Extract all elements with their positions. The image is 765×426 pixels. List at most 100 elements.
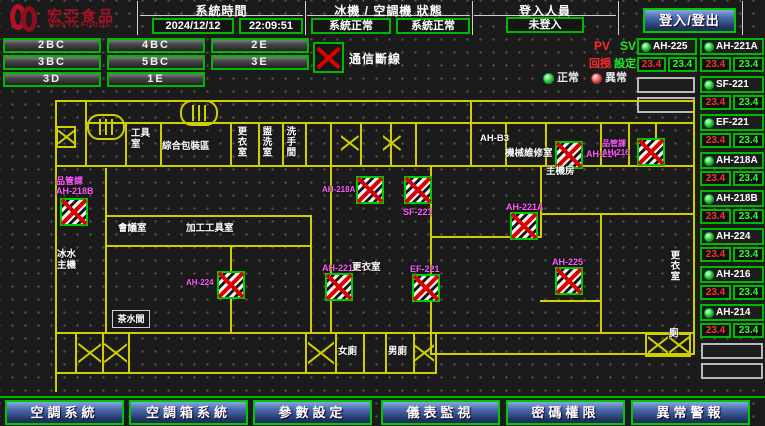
- login-logout-button[interactable]: 登入/登出: [643, 8, 736, 33]
- wall-segment: [105, 245, 312, 247]
- wall-segment: [363, 334, 365, 372]
- wall-segment: [540, 300, 602, 302]
- ahu-unit-offline[interactable]: [555, 141, 583, 169]
- wall-segment: [330, 122, 332, 165]
- ahu-unit-label: EF-221: [410, 264, 440, 274]
- ahu-unit-offline[interactable]: [637, 138, 665, 166]
- room-label: 冰水 主機: [57, 249, 76, 272]
- setpoint-header: 設定: [614, 55, 636, 71]
- room-label: 女廁: [338, 346, 357, 357]
- pv-value: 23.4: [700, 323, 731, 338]
- wall-segment: [128, 334, 130, 372]
- machine-status-label: 冰機 / 空調機 狀態: [307, 2, 470, 16]
- room-label: 加工工具室: [186, 223, 234, 234]
- pv-value: 23.4: [637, 57, 666, 72]
- room-label: 綜合包裝區: [162, 141, 210, 152]
- ahu-unit-offline[interactable]: [325, 273, 353, 301]
- device-readout-ah-221a: AH-221A 23.423.4: [700, 38, 764, 72]
- system-clock-display: 22:09:51: [239, 18, 303, 34]
- chiller-status-display: 系統正常: [311, 18, 391, 34]
- ahu-unit-label: AH-225: [552, 257, 583, 267]
- zone-button-2bc[interactable]: 2BC: [3, 38, 101, 53]
- ahu-unit-offline[interactable]: [510, 212, 538, 240]
- nav-meter-monitor-button[interactable]: 儀表監視: [381, 400, 500, 425]
- status-led-icon: [704, 308, 714, 318]
- nav-ahu-system-button[interactable]: 空調箱系統: [129, 400, 248, 425]
- zone-button-4bc[interactable]: 4BC: [107, 38, 205, 53]
- shaft-x-icon: [308, 337, 334, 369]
- room-label: 廁: [669, 328, 679, 339]
- ahu-status-display: 系統正常: [396, 18, 470, 34]
- header-divider: [305, 1, 306, 35]
- room-label: 更衣室: [668, 250, 679, 296]
- ahu-unit-offline[interactable]: [60, 198, 88, 226]
- ahu-unit-offline[interactable]: [404, 176, 432, 204]
- device-button[interactable]: EF-221: [700, 114, 764, 131]
- sv-value: 23.4: [733, 133, 764, 148]
- wall-segment: [435, 334, 437, 372]
- room-label: 工具 室: [131, 128, 150, 151]
- ahu-unit-offline[interactable]: [217, 271, 245, 299]
- stairs-icon: [87, 114, 125, 140]
- ahu-unit-offline[interactable]: [412, 274, 440, 302]
- device-button[interactable]: AH-214: [700, 304, 764, 321]
- wall-segment: [305, 334, 307, 372]
- room-label: 更衣室: [235, 126, 246, 164]
- device-readout-ah-218a: AH-218A 23.423.4: [700, 152, 764, 186]
- pv-value: 23.4: [700, 209, 731, 224]
- device-button[interactable]: AH-218A: [700, 152, 764, 169]
- wall-segment: [55, 332, 695, 334]
- ahu-unit-offline[interactable]: [356, 176, 384, 204]
- device-button[interactable]: AH-225: [637, 38, 697, 55]
- device-readout-sf-221: SF-221 23.423.4: [700, 76, 764, 110]
- header-divider: [618, 1, 619, 35]
- device-readout-ef-221: EF-221 23.423.4: [700, 114, 764, 148]
- device-readout-ah-218b: AH-218B 23.423.4: [700, 190, 764, 224]
- nav-password-auth-button[interactable]: 密碼權限: [506, 400, 625, 425]
- wall-segment: [415, 122, 417, 165]
- status-led-icon: [704, 270, 714, 280]
- ahu-unit-label: 品管課 AH-218B: [56, 176, 94, 197]
- header-divider: [742, 1, 743, 35]
- ahu-unit-label: AH-221A: [506, 202, 544, 212]
- spare-slot: [701, 363, 763, 379]
- sv-value: 23.4: [668, 57, 697, 72]
- shaft-x-icon: [104, 337, 127, 369]
- sv-value: 23.4: [733, 95, 764, 110]
- wall-segment: [360, 122, 362, 165]
- login-user-label: 登入人員: [474, 2, 616, 16]
- device-button[interactable]: SF-221: [700, 76, 764, 93]
- legend-abnormal: 異常: [591, 69, 627, 85]
- room-label: 盥洗室: [260, 126, 271, 164]
- zone-button-1e[interactable]: 1E: [107, 72, 205, 87]
- stairs-icon: [180, 100, 218, 126]
- device-button[interactable]: AH-224: [700, 228, 764, 245]
- zone-button-3e[interactable]: 3E: [211, 55, 309, 70]
- device-button[interactable]: AH-216: [700, 266, 764, 283]
- nav-parameter-set-button[interactable]: 參數設定: [253, 400, 372, 425]
- zone-button-3bc[interactable]: 3BC: [3, 55, 101, 70]
- pv-header: PV: [594, 39, 610, 53]
- spare-slot: [701, 343, 763, 359]
- room-label: 男廁: [388, 346, 407, 357]
- shaft-x-icon: [415, 337, 434, 369]
- device-button[interactable]: AH-221A: [700, 38, 764, 55]
- nav-hvac-system-button[interactable]: 空調系統: [5, 400, 124, 425]
- zone-button-5bc[interactable]: 5BC: [107, 55, 205, 70]
- wall-segment: [75, 334, 77, 372]
- device-button[interactable]: AH-218B: [700, 190, 764, 207]
- sv-value: 23.4: [733, 57, 764, 72]
- pv-value: 23.4: [700, 95, 731, 110]
- ahu-unit-label: AH-224: [186, 278, 214, 287]
- zone-button-2e[interactable]: 2E: [211, 38, 309, 53]
- ahu-unit-offline[interactable]: [555, 267, 583, 295]
- wall-segment: [470, 100, 472, 165]
- wall-segment: [305, 122, 307, 165]
- wall-segment: [85, 100, 87, 165]
- comm-offline-icon: [313, 42, 344, 73]
- nav-alarm-button[interactable]: 異常警報: [631, 400, 750, 425]
- spare-slot: [637, 77, 695, 93]
- status-led-icon: [641, 42, 651, 52]
- wall-segment: [125, 122, 127, 165]
- zone-button-3d[interactable]: 3D: [3, 72, 101, 87]
